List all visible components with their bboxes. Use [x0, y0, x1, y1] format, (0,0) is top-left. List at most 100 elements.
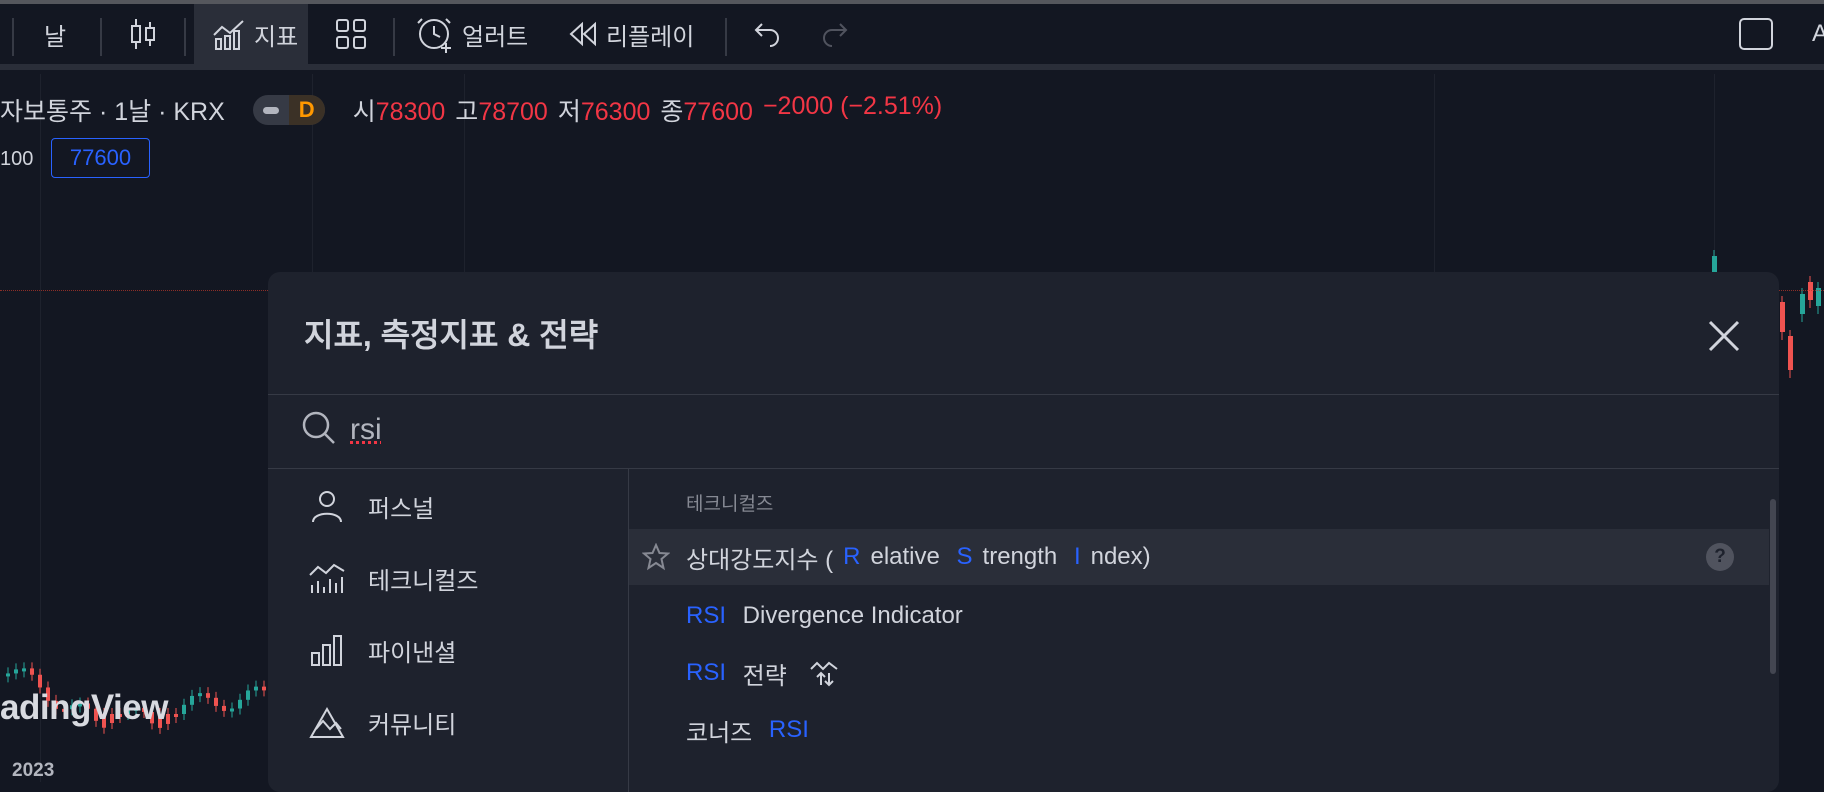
symbol-title[interactable]: 자보통주 · 1날 · KRX — [0, 92, 225, 128]
close-label: 종 — [660, 98, 684, 126]
match-highlight: I — [1073, 543, 1081, 570]
candle-body — [262, 686, 266, 691]
candle-body — [238, 699, 242, 709]
candle-body — [1800, 294, 1805, 314]
category-label: 파이낸셜 — [368, 639, 457, 667]
low-value: 76300 — [580, 98, 651, 126]
search-icon — [302, 411, 335, 444]
low-label: 저 — [557, 98, 581, 126]
candle-body — [182, 704, 186, 714]
price-box[interactable]: 77600 — [51, 138, 150, 178]
star-icon[interactable] — [642, 543, 670, 571]
technicals-icon — [309, 563, 345, 593]
category-label: 테크니컬즈 — [368, 567, 479, 595]
redo-button[interactable] — [820, 4, 850, 64]
candle-body — [246, 690, 250, 700]
text-part: 상대강도지수 ( — [686, 546, 834, 574]
rewind-icon — [569, 21, 596, 47]
match-highlight: RSI — [686, 602, 727, 629]
hide-toggle[interactable] — [253, 106, 289, 114]
indicators-icon — [213, 20, 244, 50]
replay-label: 리플레이 — [606, 23, 695, 51]
interval-button[interactable]: 날 — [44, 4, 94, 64]
alarm-clock-icon — [417, 18, 451, 53]
result-title: RSI Divergence Indicator — [686, 602, 963, 630]
status-badge[interactable]: D — [252, 95, 325, 125]
alert-button[interactable]: 얼러트 — [416, 4, 536, 64]
candle-body — [1780, 302, 1785, 332]
result-item[interactable]: RSI 전략 — [629, 645, 1769, 701]
grid-layout-icon — [336, 19, 366, 49]
close-button[interactable] — [1700, 312, 1748, 360]
toolbar-overflow-text: A — [1812, 20, 1824, 47]
time-axis-label: 2023 — [12, 760, 55, 781]
toolbar-separator — [12, 18, 14, 56]
community-icon — [309, 706, 345, 738]
fullscreen-button[interactable] — [1738, 4, 1774, 64]
match-highlight: RSI — [768, 716, 809, 743]
delayed-badge: D — [288, 95, 325, 125]
ohlc-values: 시78300 고78700 저76300 종77600 −2000 (−2.51… — [353, 92, 942, 128]
candle-body — [14, 669, 18, 674]
undo-icon — [754, 23, 779, 47]
category-community[interactable]: 커뮤니티 — [308, 702, 456, 742]
category-label: 퍼스널 — [368, 495, 435, 523]
close-icon — [1708, 320, 1740, 352]
candle-body — [1788, 336, 1793, 370]
toolbar-separator — [184, 18, 186, 56]
replay-button[interactable]: 리플레이 — [568, 4, 702, 64]
tradingview-watermark: adingView — [0, 688, 168, 727]
high-value: 78700 — [478, 98, 548, 126]
help-icon[interactable]: ? — [1706, 543, 1734, 571]
match-highlight: R — [843, 543, 861, 570]
scrollbar[interactable] — [1770, 499, 1776, 674]
result-title: 코너즈 RSI — [686, 713, 809, 748]
dialog-title: 지표, 측정지표 & 전략 — [304, 317, 599, 353]
indicators-button[interactable]: 지표 — [194, 4, 308, 64]
results-list: 테크니컬즈 상대강도지수 (Relative Strength Index) ?… — [629, 469, 1779, 792]
text-part: 전략 — [736, 662, 787, 690]
section-header: 테크니컬즈 — [686, 494, 774, 515]
match-highlight: S — [956, 543, 973, 570]
layouts-button[interactable] — [334, 4, 370, 64]
alert-label: 얼러트 — [462, 23, 529, 51]
result-item[interactable]: 코너즈 RSI — [629, 702, 1769, 758]
indicators-dialog: 지표, 측정지표 & 전략 퍼스널 테크니컬즈 파이낸셜 커뮤니티 테크니컬즈 — [268, 272, 1779, 792]
close-value: 77600 — [683, 98, 753, 126]
text-part: ndex) — [1090, 543, 1151, 570]
toolbar-separator — [100, 18, 102, 56]
result-item[interactable]: RSI Divergence Indicator — [629, 588, 1769, 644]
candle-body — [22, 668, 26, 672]
toolbar-separator — [725, 18, 727, 56]
category-technicals[interactable]: 테크니컬즈 — [308, 558, 478, 598]
search-input[interactable] — [350, 406, 1050, 454]
chart-type-button[interactable] — [128, 4, 164, 64]
indicators-label: 지표 — [254, 23, 299, 51]
candle-body — [38, 674, 42, 688]
candle-body — [174, 714, 178, 717]
strategy-icon — [810, 661, 838, 687]
text-part: elative — [870, 543, 947, 570]
candle-body — [1808, 282, 1813, 300]
category-financials[interactable]: 파이낸셜 — [308, 630, 456, 670]
high-label: 고 — [455, 98, 479, 126]
result-item[interactable]: 상대강도지수 (Relative Strength Index) ? — [629, 529, 1769, 585]
result-item-partial[interactable] — [629, 761, 1769, 792]
candle-body — [6, 673, 10, 677]
square-icon — [1739, 18, 1773, 50]
bar-chart-icon — [311, 635, 342, 666]
change-value: −2000 (−2.51%) — [762, 92, 943, 120]
candle-body — [30, 668, 34, 675]
category-personal[interactable]: 퍼스널 — [308, 486, 434, 526]
divider — [268, 394, 1779, 395]
open-label: 시 — [352, 98, 376, 126]
candle-body — [190, 695, 194, 705]
category-label: 커뮤니티 — [368, 711, 457, 739]
candle-body — [222, 705, 226, 711]
redo-icon — [823, 23, 848, 47]
volume-value: 100 — [0, 148, 34, 170]
candle-body — [206, 693, 210, 698]
undo-button[interactable] — [752, 4, 782, 64]
toolbar-separator — [393, 18, 395, 56]
category-list: 퍼스널 테크니컬즈 파이낸셜 커뮤니티 — [268, 469, 629, 792]
